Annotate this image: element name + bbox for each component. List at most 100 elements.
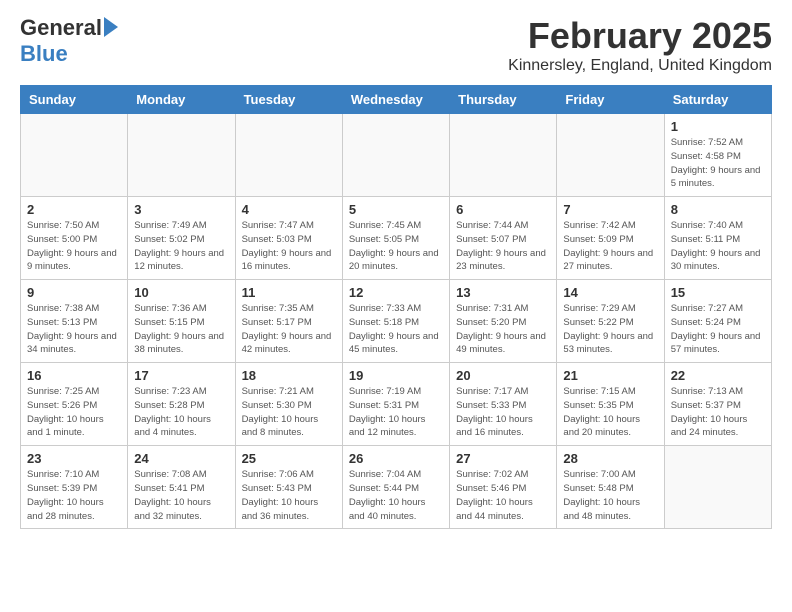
day-info: Sunrise: 7:29 AM Sunset: 5:22 PM Dayligh… — [563, 302, 657, 357]
day-info: Sunrise: 7:10 AM Sunset: 5:39 PM Dayligh… — [27, 468, 121, 523]
day-number: 16 — [27, 368, 121, 383]
calendar-cell: 1 Sunrise: 7:52 AM Sunset: 4:58 PM Daylig… — [664, 114, 771, 197]
weekday-header-saturday: Saturday — [664, 86, 771, 114]
day-number: 19 — [349, 368, 443, 383]
day-number: 8 — [671, 202, 765, 217]
logo-wrapper: General — [20, 15, 118, 41]
calendar-cell: 24 Sunrise: 7:08 AM Sunset: 5:41 PM Dayli… — [128, 446, 235, 529]
weekday-header-monday: Monday — [128, 86, 235, 114]
logo-arrow-icon — [104, 17, 118, 37]
day-number: 6 — [456, 202, 550, 217]
day-number: 12 — [349, 285, 443, 300]
calendar-cell — [664, 446, 771, 529]
calendar-week-4: 16 Sunrise: 7:25 AM Sunset: 5:26 PM Dayli… — [21, 363, 772, 446]
day-info: Sunrise: 7:08 AM Sunset: 5:41 PM Dayligh… — [134, 468, 228, 523]
day-info: Sunrise: 7:33 AM Sunset: 5:18 PM Dayligh… — [349, 302, 443, 357]
weekday-header-row: SundayMondayTuesdayWednesdayThursdayFrid… — [21, 86, 772, 114]
day-info: Sunrise: 7:04 AM Sunset: 5:44 PM Dayligh… — [349, 468, 443, 523]
calendar-cell: 10 Sunrise: 7:36 AM Sunset: 5:15 PM Dayli… — [128, 280, 235, 363]
day-number: 4 — [242, 202, 336, 217]
weekday-header-thursday: Thursday — [450, 86, 557, 114]
logo-general-text: General — [20, 15, 118, 41]
day-info: Sunrise: 7:00 AM Sunset: 5:48 PM Dayligh… — [563, 468, 657, 523]
header: General Blue February 2025 Kinnersley, E… — [20, 15, 772, 75]
day-info: Sunrise: 7:21 AM Sunset: 5:30 PM Dayligh… — [242, 385, 336, 440]
weekday-header-sunday: Sunday — [21, 86, 128, 114]
day-info: Sunrise: 7:50 AM Sunset: 5:00 PM Dayligh… — [27, 219, 121, 274]
calendar-cell: 18 Sunrise: 7:21 AM Sunset: 5:30 PM Dayli… — [235, 363, 342, 446]
calendar-cell: 13 Sunrise: 7:31 AM Sunset: 5:20 PM Dayli… — [450, 280, 557, 363]
calendar-body: 1 Sunrise: 7:52 AM Sunset: 4:58 PM Daylig… — [21, 114, 772, 529]
day-info: Sunrise: 7:13 AM Sunset: 5:37 PM Dayligh… — [671, 385, 765, 440]
day-number: 7 — [563, 202, 657, 217]
day-info: Sunrise: 7:52 AM Sunset: 4:58 PM Dayligh… — [671, 136, 765, 191]
day-info: Sunrise: 7:40 AM Sunset: 5:11 PM Dayligh… — [671, 219, 765, 274]
logo-blue-text: Blue — [20, 41, 68, 67]
day-info: Sunrise: 7:31 AM Sunset: 5:20 PM Dayligh… — [456, 302, 550, 357]
day-info: Sunrise: 7:25 AM Sunset: 5:26 PM Dayligh… — [27, 385, 121, 440]
day-number: 5 — [349, 202, 443, 217]
calendar-cell: 16 Sunrise: 7:25 AM Sunset: 5:26 PM Dayli… — [21, 363, 128, 446]
day-number: 28 — [563, 451, 657, 466]
day-number: 17 — [134, 368, 228, 383]
calendar-cell — [557, 114, 664, 197]
day-number: 26 — [349, 451, 443, 466]
day-info: Sunrise: 7:17 AM Sunset: 5:33 PM Dayligh… — [456, 385, 550, 440]
calendar-header: SundayMondayTuesdayWednesdayThursdayFrid… — [21, 86, 772, 114]
day-info: Sunrise: 7:02 AM Sunset: 5:46 PM Dayligh… — [456, 468, 550, 523]
calendar-cell: 14Sunrise: 7:29 AM Sunset: 5:22 PM Dayli… — [557, 280, 664, 363]
day-info: Sunrise: 7:06 AM Sunset: 5:43 PM Dayligh… — [242, 468, 336, 523]
calendar-cell: 5Sunrise: 7:45 AM Sunset: 5:05 PM Daylig… — [342, 197, 449, 280]
day-info: Sunrise: 7:49 AM Sunset: 5:02 PM Dayligh… — [134, 219, 228, 274]
day-number: 25 — [242, 451, 336, 466]
day-number: 3 — [134, 202, 228, 217]
day-info: Sunrise: 7:35 AM Sunset: 5:17 PM Dayligh… — [242, 302, 336, 357]
calendar-cell: 27 Sunrise: 7:02 AM Sunset: 5:46 PM Dayli… — [450, 446, 557, 529]
calendar-cell: 22 Sunrise: 7:13 AM Sunset: 5:37 PM Dayli… — [664, 363, 771, 446]
calendar-cell: 19Sunrise: 7:19 AM Sunset: 5:31 PM Dayli… — [342, 363, 449, 446]
day-info: Sunrise: 7:38 AM Sunset: 5:13 PM Dayligh… — [27, 302, 121, 357]
logo-gen: General — [20, 15, 102, 40]
day-number: 10 — [134, 285, 228, 300]
day-number: 13 — [456, 285, 550, 300]
day-info: Sunrise: 7:36 AM Sunset: 5:15 PM Dayligh… — [134, 302, 228, 357]
day-number: 22 — [671, 368, 765, 383]
calendar-table: SundayMondayTuesdayWednesdayThursdayFrid… — [20, 85, 772, 529]
weekday-header-wednesday: Wednesday — [342, 86, 449, 114]
calendar-cell: 11 Sunrise: 7:35 AM Sunset: 5:17 PM Dayli… — [235, 280, 342, 363]
calendar-cell: 6Sunrise: 7:44 AM Sunset: 5:07 PM Daylig… — [450, 197, 557, 280]
day-info: Sunrise: 7:27 AM Sunset: 5:24 PM Dayligh… — [671, 302, 765, 357]
day-number: 20 — [456, 368, 550, 383]
calendar-cell: 17 Sunrise: 7:23 AM Sunset: 5:28 PM Dayli… — [128, 363, 235, 446]
day-number: 18 — [242, 368, 336, 383]
day-number: 9 — [27, 285, 121, 300]
day-number: 15 — [671, 285, 765, 300]
calendar-cell: 9 Sunrise: 7:38 AM Sunset: 5:13 PM Daylig… — [21, 280, 128, 363]
calendar-cell: 23 Sunrise: 7:10 AM Sunset: 5:39 PM Dayli… — [21, 446, 128, 529]
calendar-subtitle: Kinnersley, England, United Kingdom — [508, 57, 772, 75]
calendar-cell: 3 Sunrise: 7:49 AM Sunset: 5:02 PM Daylig… — [128, 197, 235, 280]
day-number: 1 — [671, 119, 765, 134]
calendar-cell: 4Sunrise: 7:47 AM Sunset: 5:03 PM Daylig… — [235, 197, 342, 280]
weekday-header-tuesday: Tuesday — [235, 86, 342, 114]
logo: General Blue — [20, 15, 118, 67]
day-number: 21 — [563, 368, 657, 383]
day-number: 11 — [242, 285, 336, 300]
day-info: Sunrise: 7:15 AM Sunset: 5:35 PM Dayligh… — [563, 385, 657, 440]
calendar-cell: 2 Sunrise: 7:50 AM Sunset: 5:00 PM Daylig… — [21, 197, 128, 280]
calendar-week-5: 23 Sunrise: 7:10 AM Sunset: 5:39 PM Dayli… — [21, 446, 772, 529]
day-info: Sunrise: 7:23 AM Sunset: 5:28 PM Dayligh… — [134, 385, 228, 440]
day-number: 2 — [27, 202, 121, 217]
day-number: 27 — [456, 451, 550, 466]
calendar-week-3: 9 Sunrise: 7:38 AM Sunset: 5:13 PM Daylig… — [21, 280, 772, 363]
calendar-cell: 21 Sunrise: 7:15 AM Sunset: 5:35 PM Dayli… — [557, 363, 664, 446]
calendar-title: February 2025 — [508, 15, 772, 57]
day-number: 23 — [27, 451, 121, 466]
calendar-cell — [128, 114, 235, 197]
calendar-cell: 7Sunrise: 7:42 AM Sunset: 5:09 PM Daylig… — [557, 197, 664, 280]
weekday-header-friday: Friday — [557, 86, 664, 114]
day-number: 24 — [134, 451, 228, 466]
calendar-cell: 15 Sunrise: 7:27 AM Sunset: 5:24 PM Dayli… — [664, 280, 771, 363]
title-block: February 2025 Kinnersley, England, Unite… — [508, 15, 772, 75]
calendar-cell — [450, 114, 557, 197]
